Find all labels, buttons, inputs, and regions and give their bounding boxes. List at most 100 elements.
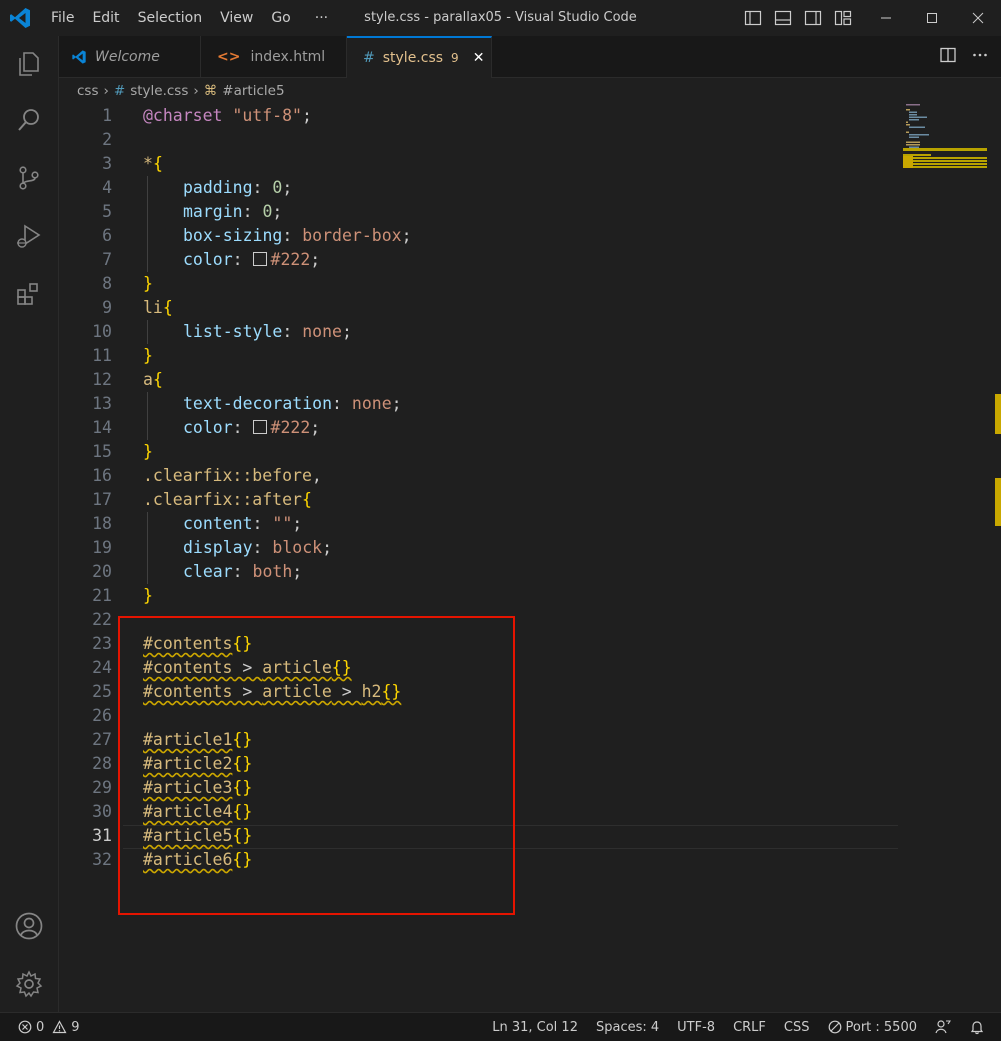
port-label: Port : 5500 bbox=[845, 1019, 918, 1035]
end-of-line[interactable]: CRLF bbox=[733, 1020, 766, 1035]
split-editor-icon[interactable] bbox=[939, 46, 957, 64]
files-icon bbox=[19, 52, 39, 76]
code-line: margin: 0; bbox=[59, 200, 899, 224]
code-line: } bbox=[59, 272, 899, 296]
punct: : bbox=[232, 418, 253, 437]
punct: : bbox=[282, 322, 303, 341]
tab-label: style.css bbox=[382, 50, 444, 66]
property: color bbox=[183, 250, 233, 269]
toggle-primary-sidebar-icon[interactable] bbox=[744, 9, 762, 27]
code-line: *{ bbox=[59, 152, 899, 176]
code-line: clear: both; bbox=[59, 560, 899, 584]
breadcrumb-folder[interactable]: css bbox=[77, 83, 99, 99]
run-debug-icon bbox=[17, 224, 41, 248]
css-hash-icon: # bbox=[113, 83, 126, 99]
punct: ; bbox=[401, 226, 412, 245]
line-number[interactable]: 22 bbox=[59, 608, 112, 632]
tab-index-html[interactable]: <> index.html bbox=[201, 36, 347, 77]
toggle-panel-icon[interactable] bbox=[774, 9, 792, 27]
close-icon bbox=[972, 12, 984, 24]
property: content bbox=[183, 514, 253, 533]
menu-go[interactable]: Go bbox=[262, 10, 299, 26]
selector: .clearfix::before bbox=[143, 466, 312, 485]
selector: a bbox=[143, 370, 153, 389]
property: text-decoration bbox=[183, 394, 333, 413]
editor-tabs: Welcome <> index.html # style.css 9 ✕ bbox=[59, 36, 1001, 78]
punct: : bbox=[252, 514, 273, 533]
close-window-button[interactable] bbox=[955, 0, 1001, 36]
punct: ; bbox=[282, 178, 293, 197]
menu-selection[interactable]: Selection bbox=[129, 10, 212, 26]
breadcrumb-file[interactable]: style.css bbox=[130, 83, 188, 99]
property: box-sizing bbox=[183, 226, 283, 245]
tab-label: Welcome bbox=[95, 48, 160, 65]
line-number[interactable]: 26 bbox=[59, 704, 112, 728]
selector: * bbox=[143, 154, 153, 173]
code-line: display: block; bbox=[59, 536, 899, 560]
customize-layout-icon[interactable] bbox=[834, 9, 852, 27]
vscode-logo-icon[interactable] bbox=[8, 6, 32, 30]
brace: { bbox=[301, 490, 312, 509]
source-control-button[interactable] bbox=[0, 154, 58, 202]
tab-label: index.html bbox=[250, 48, 326, 65]
language-mode[interactable]: CSS bbox=[784, 1020, 810, 1035]
accounts-button[interactable] bbox=[0, 902, 58, 950]
line-number[interactable]: 2 bbox=[59, 128, 112, 152]
at-rule: @charset bbox=[143, 106, 223, 125]
tab-actions bbox=[939, 46, 989, 64]
minimap[interactable] bbox=[903, 104, 987, 184]
toggle-secondary-sidebar-icon[interactable] bbox=[804, 9, 822, 27]
code-line: color: #222; bbox=[59, 248, 899, 272]
property: clear bbox=[183, 562, 233, 581]
css-hash-icon: # bbox=[363, 50, 375, 66]
code-line: a{ bbox=[59, 368, 899, 392]
property: color bbox=[183, 418, 233, 437]
punct: : bbox=[252, 538, 273, 557]
code-line: box-sizing: border-box; bbox=[59, 224, 899, 248]
menu-file[interactable]: File bbox=[42, 10, 83, 26]
manage-button[interactable] bbox=[0, 960, 58, 1008]
encoding[interactable]: UTF-8 bbox=[677, 1020, 715, 1035]
code-line: .clearfix::after{ bbox=[59, 488, 899, 512]
window-controls bbox=[863, 0, 1001, 36]
bell-icon[interactable] bbox=[969, 1019, 985, 1035]
code-line: color: #222; bbox=[59, 416, 899, 440]
punct: ; bbox=[391, 394, 402, 413]
search-button[interactable] bbox=[0, 96, 58, 144]
no-entry-icon bbox=[828, 1020, 841, 1034]
extensions-button[interactable] bbox=[0, 270, 58, 318]
close-tab-icon[interactable]: ✕ bbox=[473, 50, 485, 66]
property: margin bbox=[183, 202, 243, 221]
more-actions-icon[interactable] bbox=[971, 46, 989, 64]
cursor-position[interactable]: Ln 31, Col 12 bbox=[492, 1020, 578, 1035]
punct: ; bbox=[310, 418, 321, 437]
punct: : bbox=[232, 250, 253, 269]
layout-controls bbox=[744, 9, 852, 27]
color-swatch[interactable] bbox=[252, 252, 267, 266]
breadcrumb-symbol[interactable]: #article5 bbox=[222, 83, 284, 99]
punct: : bbox=[232, 562, 253, 581]
run-debug-button[interactable] bbox=[0, 212, 58, 260]
explorer-button[interactable] bbox=[0, 40, 58, 88]
selector: .clearfix::after bbox=[143, 490, 302, 509]
menu-view[interactable]: View bbox=[211, 10, 262, 26]
code-line: } bbox=[59, 440, 899, 464]
code-line: text-decoration: none; bbox=[59, 392, 899, 416]
feedback-icon[interactable] bbox=[935, 1019, 951, 1035]
code-line: } bbox=[59, 344, 899, 368]
scrollbar-overview-ruler[interactable] bbox=[995, 104, 1001, 1012]
color-swatch[interactable] bbox=[252, 420, 267, 434]
warning-icon bbox=[52, 1020, 67, 1034]
menu-more[interactable]: ··· bbox=[300, 10, 337, 26]
maximize-button[interactable] bbox=[909, 0, 955, 36]
menu-edit[interactable]: Edit bbox=[83, 10, 128, 26]
problems-indicator[interactable]: 0 9 bbox=[18, 1013, 80, 1041]
indentation[interactable]: Spaces: 4 bbox=[596, 1020, 659, 1035]
line-number-row: 2 bbox=[59, 128, 899, 152]
string: "utf-8" bbox=[232, 106, 302, 125]
minimize-button[interactable] bbox=[863, 0, 909, 36]
tab-style-css[interactable]: # style.css 9 ✕ bbox=[347, 36, 492, 78]
tab-welcome[interactable]: Welcome bbox=[59, 36, 201, 77]
live-server-port[interactable]: Port : 5500 bbox=[828, 1019, 918, 1035]
punct: ; bbox=[341, 322, 352, 341]
